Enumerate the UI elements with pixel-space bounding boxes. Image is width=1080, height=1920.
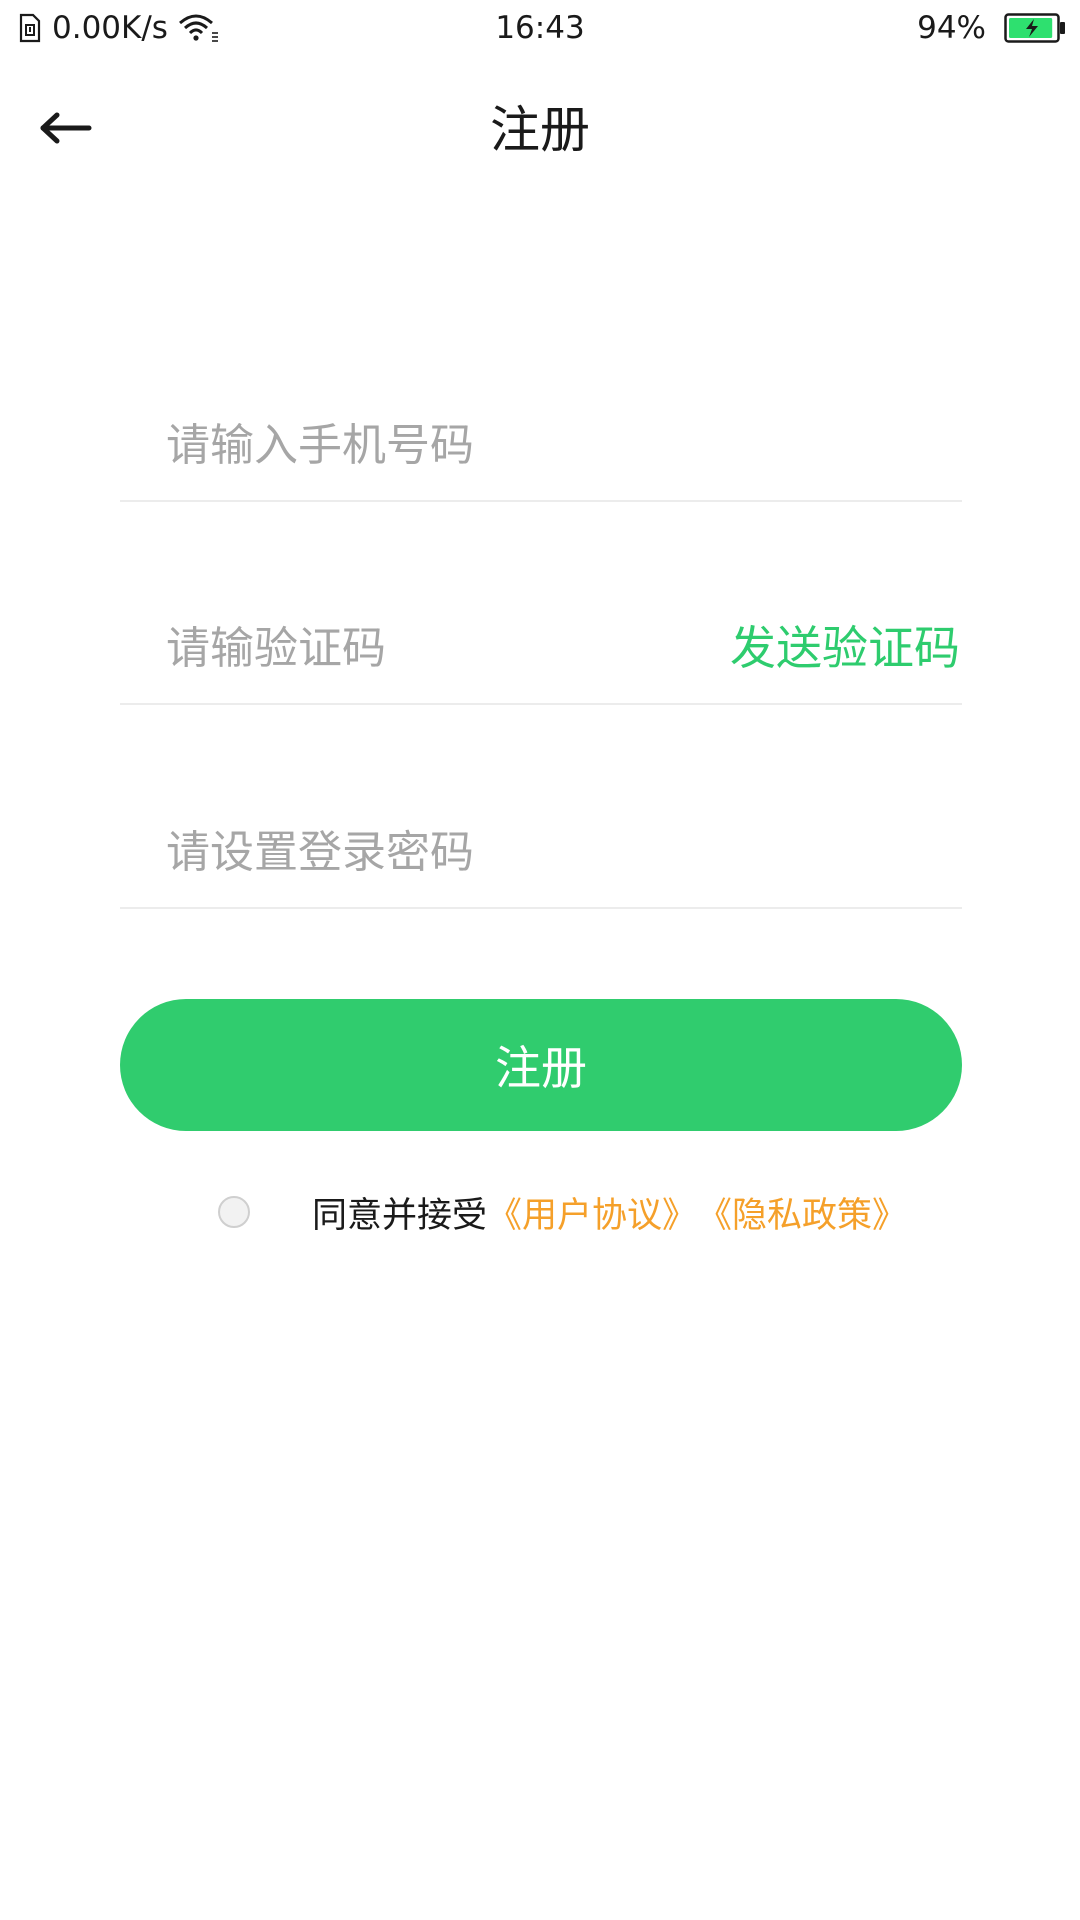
user-agreement-link[interactable]: 《用户协议》 — [487, 1187, 697, 1238]
agreement-prefix: 同意并接受 — [312, 1195, 488, 1236]
code-field: 发送验证码 — [120, 593, 962, 705]
password-input[interactable] — [166, 797, 726, 907]
title-bar: 注册 — [0, 84, 1080, 176]
privacy-policy-link[interactable]: 《隐私政策》 — [697, 1187, 907, 1238]
send-code-button[interactable]: 发送验证码 — [730, 593, 960, 703]
status-right: 94% — [917, 8, 1066, 48]
battery-charging-icon — [1004, 13, 1066, 43]
code-input[interactable] — [166, 593, 726, 703]
phone-field — [120, 390, 962, 502]
status-bar: 0.00K/s 16:43 94% — [0, 0, 1080, 58]
agree-checkbox[interactable] — [218, 1196, 250, 1228]
battery-percent: 94% — [917, 10, 986, 46]
register-button[interactable]: 注册 — [120, 999, 962, 1131]
password-field — [120, 797, 962, 909]
page-title: 注册 — [490, 101, 590, 159]
phone-input[interactable] — [166, 390, 726, 500]
agreement-row: 同意并接受 《用户协议》 《隐私政策》 — [218, 1190, 907, 1236]
